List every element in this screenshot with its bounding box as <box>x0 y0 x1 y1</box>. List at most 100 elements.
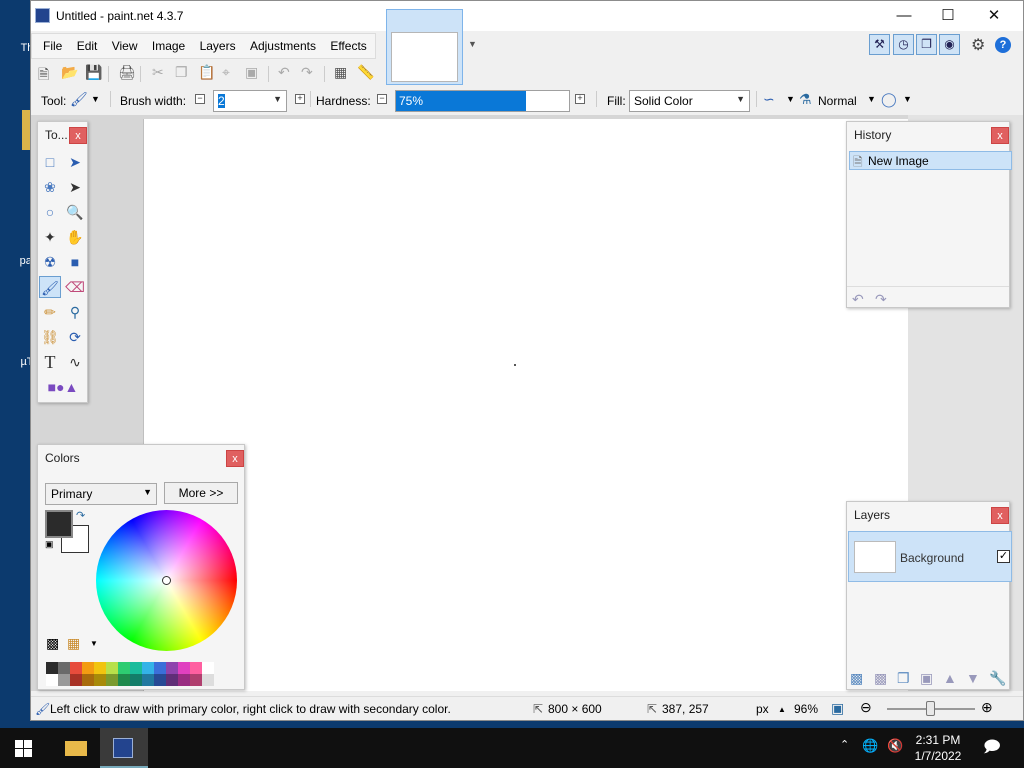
antialiasing-icon[interactable]: ∽ <box>763 91 775 108</box>
eraser-tool-icon[interactable]: ⌫ <box>64 276 86 298</box>
rulers-icon[interactable]: 📏 <box>357 64 374 81</box>
palette-swatch[interactable] <box>58 662 70 674</box>
duplicate-layer-icon[interactable]: ❐ <box>897 670 910 687</box>
colors-panel-close-button[interactable]: x <box>226 450 244 467</box>
palette-swatch[interactable] <box>46 662 58 674</box>
palette-swatch[interactable] <box>202 674 214 686</box>
settings-gear-icon[interactable]: ⚙ <box>971 35 985 55</box>
title-bar[interactable]: Untitled - paint.net 4.3.7 — ☐ ✕ <box>31 1 1023 31</box>
add-to-palette-icon[interactable]: ▩ <box>46 635 59 652</box>
brush-width-input[interactable]: 2 ▼ <box>213 90 287 112</box>
palette-swatch[interactable] <box>130 674 142 686</box>
palette-swatch[interactable] <box>82 674 94 686</box>
image-tab-thumbnail[interactable] <box>386 9 463 85</box>
menu-file[interactable]: File <box>43 34 62 58</box>
layers-toggle-icon[interactable]: ❐ <box>916 34 937 55</box>
brush-width-chevron-icon[interactable]: ▼ <box>273 94 282 104</box>
palette-menu-chevron-icon[interactable]: ▼ <box>90 639 98 648</box>
layer-row[interactable]: Background ✓ <box>848 531 1012 582</box>
pencil-tool-icon[interactable]: ✏ <box>39 301 61 323</box>
lasso-select-tool-icon[interactable]: ❀ <box>39 176 61 198</box>
help-icon[interactable]: ? <box>995 37 1011 53</box>
palette-swatch[interactable] <box>106 662 118 674</box>
gradient-tool-icon[interactable]: ■ <box>64 251 86 273</box>
palette-swatch[interactable] <box>106 674 118 686</box>
paint-bucket-tool-icon[interactable]: ☢ <box>39 251 61 273</box>
zoom-to-window-icon[interactable]: ▣ <box>831 700 844 717</box>
zoom-tool-icon[interactable]: 🔍 <box>64 201 86 223</box>
cut-icon[interactable]: ✂ <box>152 64 164 81</box>
layer-properties-icon[interactable]: 🔧 <box>989 670 1006 687</box>
color-mode-select[interactable]: Primary ▼ <box>45 483 157 505</box>
primary-color-swatch[interactable] <box>45 510 73 538</box>
delete-layer-icon[interactable]: ▩ <box>874 670 887 687</box>
maximize-button[interactable]: ☐ <box>925 1 971 31</box>
undo-icon[interactable]: ↶ <box>278 64 290 81</box>
menu-view[interactable]: View <box>112 34 138 58</box>
more-colors-button[interactable]: More >> <box>164 482 238 504</box>
hardness-increase[interactable]: + <box>575 94 585 104</box>
palette-swatch[interactable] <box>190 662 202 674</box>
copy-icon[interactable]: ❐ <box>175 64 188 81</box>
system-clock[interactable]: 2:31 PM 1/7/2022 <box>908 732 968 764</box>
crop-icon[interactable]: ⌖ <box>222 64 230 81</box>
grid-icon[interactable]: ▦ <box>334 64 347 81</box>
palette-swatch[interactable] <box>142 662 154 674</box>
tools-panel-close-button[interactable]: x <box>69 127 87 144</box>
menu-edit[interactable]: Edit <box>77 34 98 58</box>
paintbrush-tool-icon[interactable]: 🖌 <box>70 91 88 108</box>
paintnet-taskbar-icon[interactable] <box>100 728 148 768</box>
palette-swatch[interactable] <box>166 662 178 674</box>
show-hidden-icons-chevron-icon[interactable]: ⌃ <box>840 738 849 751</box>
menu-image[interactable]: Image <box>152 34 185 58</box>
volume-muted-icon[interactable]: 🔇 <box>887 738 903 754</box>
palette-swatch[interactable] <box>46 674 58 686</box>
paintbrush-tool-icon[interactable]: 🖌 <box>39 276 61 298</box>
new-image-icon[interactable]: 🗎 <box>38 64 49 88</box>
history-item[interactable]: 🗎 New Image <box>849 151 1012 170</box>
brush-width-increase[interactable]: + <box>295 94 305 104</box>
image-canvas[interactable] <box>143 119 908 691</box>
move-selected-pixels-tool-icon[interactable]: ➤ <box>64 151 86 173</box>
color-palette[interactable] <box>46 662 239 686</box>
paste-icon[interactable]: 📋 <box>198 64 215 81</box>
menu-layers[interactable]: Layers <box>200 34 236 58</box>
palette-swatch[interactable] <box>166 674 178 686</box>
ellipse-select-tool-icon[interactable]: ○ <box>39 201 61 223</box>
deselect-icon[interactable]: ▣ <box>245 64 258 81</box>
color-wheel-selector[interactable] <box>162 576 171 585</box>
palette-swatch[interactable] <box>94 674 106 686</box>
history-undo-icon[interactable]: ↶ <box>852 291 864 308</box>
move-layer-down-icon[interactable]: ▼ <box>966 670 980 686</box>
history-redo-icon[interactable]: ↷ <box>875 291 887 308</box>
selection-clipping-chevron-icon[interactable]: ▼ <box>903 94 912 104</box>
tab-list-chevron-icon[interactable]: ▼ <box>468 39 477 49</box>
palette-swatch[interactable] <box>82 662 94 674</box>
minimize-button[interactable]: — <box>881 1 927 31</box>
palette-swatch[interactable] <box>70 674 82 686</box>
shapes-tool-icon[interactable]: ■●▲ <box>46 376 80 398</box>
hardness-decrease[interactable]: − <box>377 94 387 104</box>
layer-visibility-checkbox[interactable]: ✓ <box>997 550 1010 563</box>
palette-swatch[interactable] <box>202 662 214 674</box>
redo-icon[interactable]: ↷ <box>301 64 313 81</box>
palette-swatch[interactable] <box>130 662 142 674</box>
fill-select[interactable]: Solid Color ▼ <box>629 90 750 112</box>
palette-swatch[interactable] <box>70 662 82 674</box>
palette-swatch[interactable] <box>58 674 70 686</box>
reset-colors-icon[interactable]: ▣ <box>45 539 54 550</box>
palette-swatch[interactable] <box>154 662 166 674</box>
palette-menu-icon[interactable]: ▦ <box>67 635 80 652</box>
start-windows-icon[interactable] <box>15 740 32 757</box>
palette-swatch[interactable] <box>190 674 202 686</box>
print-icon[interactable]: 🖨 <box>118 64 136 81</box>
menu-effects[interactable]: Effects <box>330 34 366 58</box>
tool-dropdown-chevron-icon[interactable]: ▼ <box>91 94 100 104</box>
hardness-slider[interactable]: 75% <box>395 90 570 112</box>
zoom-slider-thumb[interactable] <box>926 701 935 716</box>
selection-clipping-icon[interactable]: ◯ <box>881 91 897 108</box>
merge-layer-icon[interactable]: ▣ <box>920 670 933 687</box>
action-center-icon[interactable]: 🗩 <box>983 736 1001 763</box>
network-globe-icon[interactable]: 🌐 <box>862 738 878 754</box>
move-layer-up-icon[interactable]: ▲ <box>943 670 957 686</box>
